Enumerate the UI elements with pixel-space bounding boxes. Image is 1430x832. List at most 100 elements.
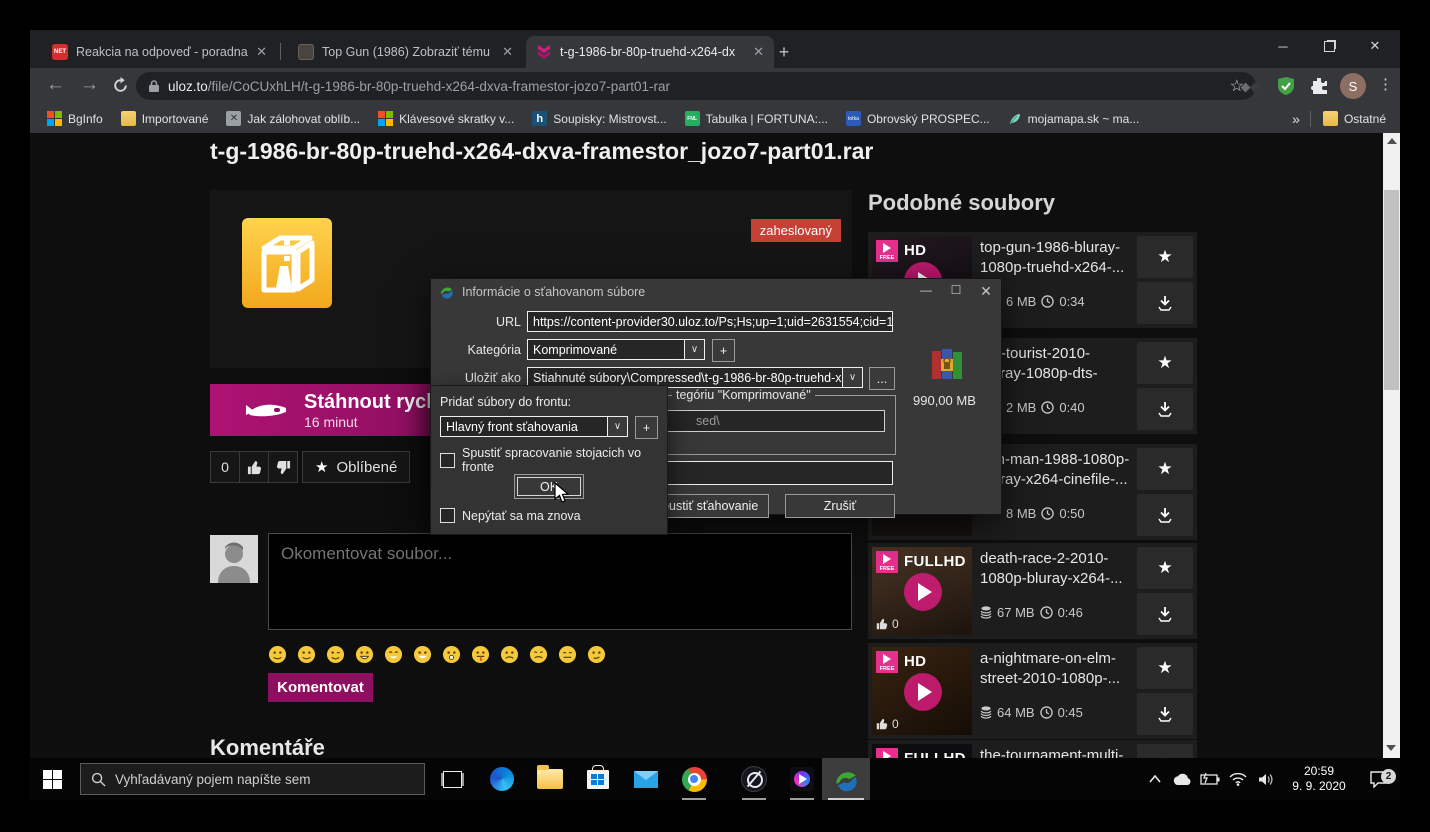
- emoji-icon[interactable]: [413, 645, 432, 664]
- adguard-shield-icon[interactable]: [1276, 76, 1296, 96]
- tab-close-icon[interactable]: ✕: [256, 44, 267, 60]
- bookmark-fortuna[interactable]: FNL Tabulka | FORTUNA:...: [676, 107, 837, 131]
- idm-taskbar-button[interactable]: [822, 758, 870, 800]
- similar-file-title[interactable]: the-tourist-2010-bluray-1080p-dts-x264-c…: [980, 344, 1132, 386]
- download-file-button[interactable]: [1137, 282, 1193, 324]
- wifi-icon[interactable]: [1224, 773, 1252, 786]
- video-thumbnail[interactable]: FREE FULLHD: [872, 744, 972, 758]
- new-tab-button[interactable]: +: [770, 38, 798, 66]
- tab-topgun-forum[interactable]: Top Gun (1986) Zobraziť tému - V ✕: [288, 36, 523, 68]
- favorite-button[interactable]: ★ Oblíbené: [302, 451, 410, 483]
- scroll-down-icon[interactable]: [1386, 745, 1396, 751]
- bookmark-zalohovat[interactable]: ✕ Jak zálohovat oblíb...: [217, 107, 369, 131]
- media-player-taskbar-button[interactable]: [780, 758, 824, 800]
- bookmark-folder-ostatne[interactable]: Ostatné: [1321, 107, 1388, 131]
- favorite-file-button[interactable]: ★: [1137, 744, 1193, 758]
- add-queue-button[interactable]: +: [635, 416, 658, 439]
- tray-chevron-icon[interactable]: [1142, 775, 1168, 783]
- browser-menu-icon[interactable]: ⋮: [1378, 75, 1393, 93]
- mail-taskbar-button[interactable]: [624, 758, 668, 800]
- favorite-file-button[interactable]: ★: [1137, 448, 1193, 490]
- bookmark-bginfo[interactable]: BgInfo: [38, 107, 112, 131]
- queue-combo[interactable]: Hlavný front sťahovania ∨: [440, 416, 628, 437]
- chevron-down-icon[interactable]: ∨: [842, 368, 862, 387]
- emoji-icon[interactable]: [297, 645, 316, 664]
- chevron-down-icon[interactable]: ∨: [607, 417, 627, 436]
- tab-ulozto-active[interactable]: t-g-1986-br-80p-truehd-x264-dx ✕: [526, 36, 774, 68]
- favorite-file-button[interactable]: ★: [1137, 236, 1193, 278]
- scrollbar[interactable]: [1383, 133, 1400, 758]
- battery-icon[interactable]: [1196, 773, 1224, 785]
- extensions-puzzle-icon[interactable]: [1309, 76, 1329, 96]
- bookmark-importovane[interactable]: Importované: [112, 107, 218, 131]
- emoji-icon[interactable]: [326, 645, 345, 664]
- onedrive-icon[interactable]: [1168, 773, 1196, 786]
- browse-button[interactable]: ...: [869, 367, 895, 390]
- emoji-icon[interactable]: [355, 645, 374, 664]
- video-thumbnail[interactable]: FREE FULLHD 0: [872, 547, 972, 635]
- notification-center-button[interactable]: 2: [1358, 771, 1400, 788]
- explorer-taskbar-button[interactable]: [528, 758, 572, 800]
- emoji-icon[interactable]: [558, 645, 577, 664]
- address-bar[interactable]: uloz.to/file/CoCUxhLH/t-g-1986-br-80p-tr…: [136, 72, 1256, 100]
- start-button[interactable]: [30, 758, 74, 800]
- comment-input[interactable]: [268, 533, 852, 630]
- similar-file-title[interactable]: top-gun-1986-bluray-1080p-truehd-x264-..…: [980, 238, 1132, 278]
- emoji-icon[interactable]: [268, 645, 287, 664]
- similar-file-title[interactable]: rain-man-1988-1080p-bluray-x264-cinefile…: [980, 450, 1132, 490]
- checkbox-icon[interactable]: [440, 453, 455, 468]
- edge-taskbar-button[interactable]: [480, 758, 524, 800]
- store-taskbar-button[interactable]: [576, 758, 620, 800]
- bookmark-soupisky[interactable]: h Soupisky: Mistrovst...: [523, 107, 675, 131]
- extension-diamond-icon[interactable]: [1242, 78, 1258, 96]
- download-file-button[interactable]: [1137, 593, 1193, 635]
- idm-url-field[interactable]: https://content-provider30.uloz.to/Ps;Hs…: [527, 311, 893, 332]
- bookmark-mojamapa[interactable]: mojamapa.sk ~ ma...: [999, 107, 1149, 131]
- favorite-file-button[interactable]: ★: [1137, 342, 1193, 384]
- bookmark-prospec[interactable]: totka Obrovský PROSPEC...: [837, 107, 999, 131]
- emoji-icon[interactable]: [384, 645, 403, 664]
- checkbox-icon[interactable]: [440, 508, 455, 523]
- reload-icon[interactable]: [112, 77, 129, 94]
- window-minimize-button[interactable]: ─: [1260, 30, 1306, 62]
- emoji-icon[interactable]: [442, 645, 461, 664]
- download-file-button[interactable]: [1137, 693, 1193, 735]
- tab-poradna[interactable]: NET Reakcia na odpoveď - poradna.n ✕: [42, 36, 277, 68]
- dont-ask-option[interactable]: Nepýtať sa ma znova: [440, 508, 581, 523]
- add-category-button[interactable]: +: [712, 339, 735, 362]
- dialog-minimize-icon[interactable]: —: [911, 283, 941, 300]
- emoji-icon[interactable]: [529, 645, 548, 664]
- video-thumbnail[interactable]: FREE HD 0: [872, 647, 972, 735]
- emoji-icon[interactable]: [587, 645, 606, 664]
- tab-close-icon[interactable]: ✕: [753, 44, 764, 60]
- bookmark-skratky[interactable]: Klávesové skratky v...: [369, 107, 523, 131]
- tab-close-icon[interactable]: ✕: [502, 44, 513, 60]
- start-queue-option[interactable]: Spustiť spracovanie stojacich vo fronte: [440, 446, 667, 474]
- download-file-button[interactable]: [1137, 388, 1193, 430]
- download-file-button[interactable]: [1137, 494, 1193, 536]
- chevron-down-icon[interactable]: ∨: [684, 340, 704, 359]
- scrollbar-thumb[interactable]: [1384, 190, 1399, 390]
- dialog-maximize-icon[interactable]: ☐: [941, 283, 971, 300]
- thumbs-down-button[interactable]: [269, 452, 297, 482]
- favorite-file-button[interactable]: ★: [1137, 647, 1193, 689]
- back-icon[interactable]: ←: [46, 74, 65, 96]
- cancel-download-button[interactable]: Zrušiť: [785, 494, 895, 518]
- window-close-button[interactable]: ✕: [1352, 30, 1398, 62]
- similar-file-title[interactable]: a-nightmare-on-elm-street-2010-1080p-...: [980, 649, 1132, 689]
- profile-avatar[interactable]: S: [1340, 73, 1366, 99]
- idm-category-combo[interactable]: Komprimované ∨: [527, 339, 705, 360]
- chrome-taskbar-button[interactable]: [672, 758, 716, 800]
- taskbar-clock[interactable]: 20:59 9. 9. 2020: [1280, 764, 1358, 794]
- volume-icon[interactable]: [1252, 773, 1280, 786]
- queue-ok-button[interactable]: OK: [514, 474, 584, 499]
- window-restore-button[interactable]: [1306, 30, 1352, 62]
- similar-file-title[interactable]: the-tournament-multi-: [980, 746, 1132, 758]
- emoji-icon[interactable]: [500, 645, 519, 664]
- audio-player-taskbar-button[interactable]: [732, 758, 776, 800]
- emoji-icon[interactable]: [471, 645, 490, 664]
- forward-icon[interactable]: →: [80, 74, 99, 96]
- thumbs-up-button[interactable]: [240, 452, 269, 482]
- similar-file-title[interactable]: death-race-2-2010-1080p-bluray-x264-...: [980, 549, 1132, 589]
- scroll-up-icon[interactable]: [1387, 138, 1397, 144]
